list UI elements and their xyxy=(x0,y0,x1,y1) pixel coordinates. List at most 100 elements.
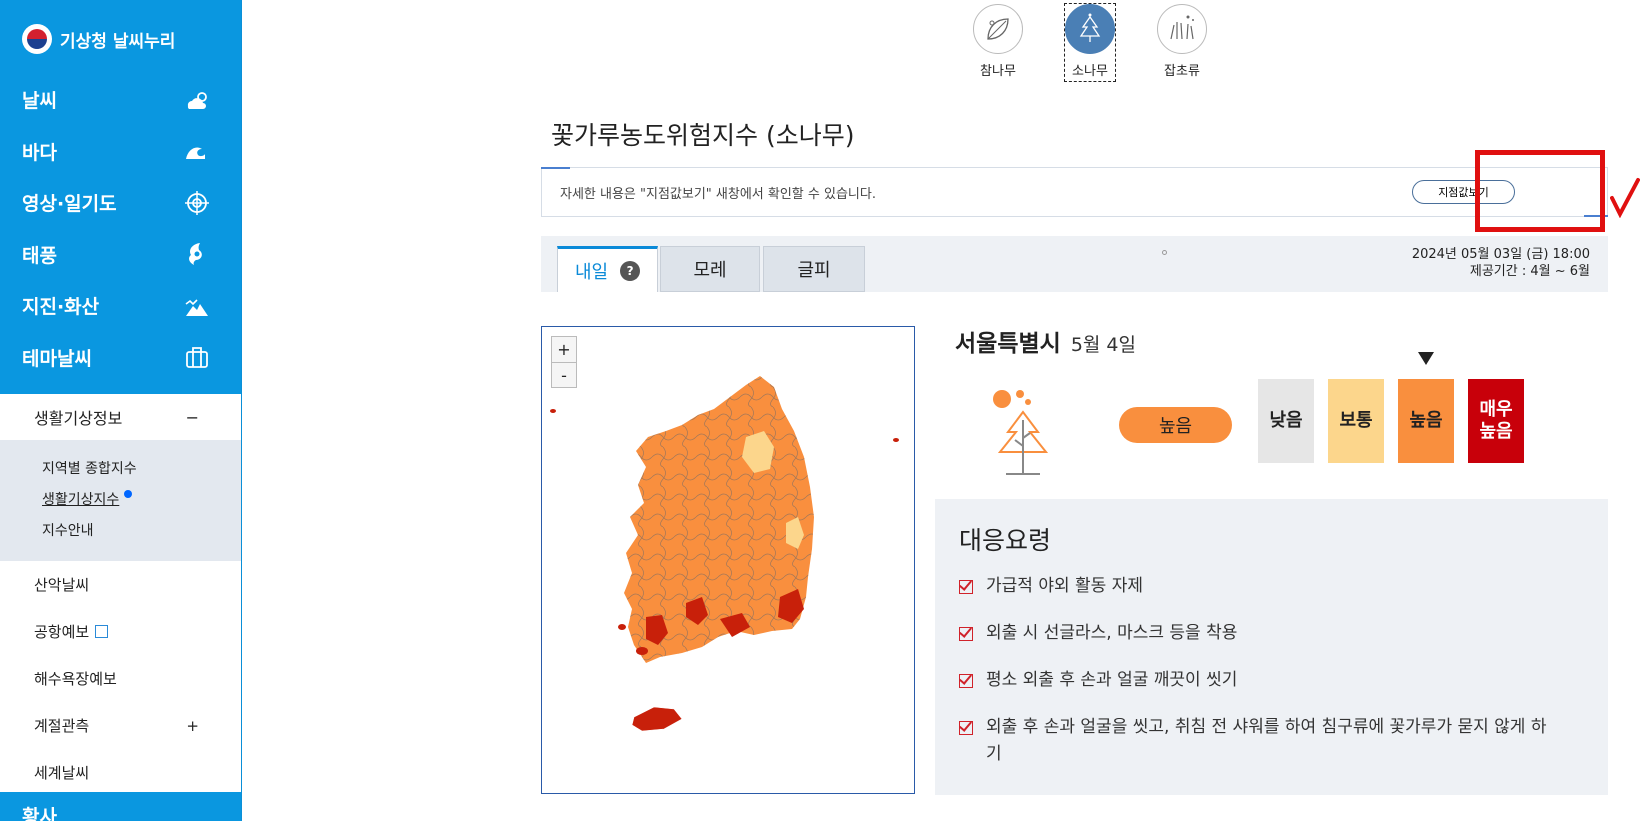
bullet-icon xyxy=(1161,250,1167,255)
current-level-badge: 높음 xyxy=(1119,407,1232,443)
nav-item-typhoon[interactable]: 태풍 xyxy=(0,229,241,281)
nav-label: 바다 xyxy=(22,141,57,164)
nav-label: 태풍 xyxy=(22,244,57,267)
map-island xyxy=(636,647,648,655)
nav-sub-beach[interactable]: 해수욕장예보 xyxy=(0,655,241,702)
nav-item-weather[interactable]: 날씨 xyxy=(0,74,241,126)
nav-item-earthquake[interactable]: 지진·화산 xyxy=(0,280,241,332)
nav-item-theme[interactable]: 테마날씨 xyxy=(0,332,241,384)
region-header: 서울특별시 5월 4일 xyxy=(955,324,1136,358)
external-link-icon xyxy=(95,625,109,638)
plant-name: 잡초류 xyxy=(1164,64,1200,79)
guide-title: 대응요령 xyxy=(959,526,1052,555)
day-tab-bar: 내일 ? 모레 글피 2024년 05월 03일 (금) 18:00 제공기간 … xyxy=(541,236,1608,292)
nav-label: 테마날씨 xyxy=(22,347,92,370)
grass-icon xyxy=(1157,4,1207,54)
earthquake-icon xyxy=(185,299,208,316)
nav-label: 지진·화산 xyxy=(22,296,100,319)
help-icon[interactable]: ? xyxy=(620,260,641,281)
korea-map[interactable]: + - xyxy=(541,326,915,794)
tab-tomorrow[interactable]: 내일 ? xyxy=(557,246,658,292)
plant-tab-weeds[interactable]: 잡초류 xyxy=(1136,4,1228,81)
page-root: 기상청 날씨누리 날씨 바다 영상·일기도 태풍 지진·화산 테마날씨 생활기상… xyxy=(0,0,1643,821)
sub-label: 산악날씨 xyxy=(34,576,90,594)
main-nav: 날씨 바다 영상·일기도 태풍 지진·화산 테마날씨 xyxy=(0,74,241,383)
collapse-toggle[interactable]: − xyxy=(186,408,199,427)
brand[interactable]: 기상청 날씨누리 xyxy=(0,22,241,56)
nav-sub-living-weather[interactable]: 생활기상정보 − xyxy=(0,394,241,440)
level-scale: 낮음 보통 높음 매우 높음 xyxy=(1258,379,1538,463)
nav-label: 날씨 xyxy=(22,90,57,113)
sub-label: 세계날씨 xyxy=(34,764,90,782)
nav-sub-seasonal[interactable]: 계절관측 + xyxy=(0,702,241,749)
expand-toggle[interactable]: + xyxy=(186,717,199,735)
forecast-date: 5월 4일 xyxy=(1070,334,1136,356)
nav-item-sea[interactable]: 바다 xyxy=(0,126,241,178)
scale-high: 높음 xyxy=(1398,379,1454,463)
scale-normal: 보통 xyxy=(1328,379,1384,463)
issued-time: 2024년 05월 03일 (금) 18:00 xyxy=(1411,247,1590,262)
tab-day-after-tomorrow[interactable]: 모레 xyxy=(660,246,760,292)
region-name: 서울특별시 xyxy=(955,331,1061,357)
service-period: 제공기간 : 4월 ~ 6월 xyxy=(1469,264,1590,279)
map-island xyxy=(618,624,626,630)
guide-text: 외출 시 선글라스, 마스크 등을 착용 xyxy=(986,623,1238,643)
nav-label: 황사 xyxy=(22,806,57,821)
sub-label: 해수욕장예보 xyxy=(34,670,117,688)
guide-text: 평소 외출 후 손과 얼굴 깨끗이 씻기 xyxy=(986,670,1238,690)
scale-low: 낮음 xyxy=(1258,379,1314,463)
sidebar: 기상청 날씨누리 날씨 바다 영상·일기도 태풍 지진·화산 테마날씨 생활기상… xyxy=(0,0,242,821)
scale-very-high: 매우 높음 xyxy=(1468,379,1524,463)
guide-item: 평소 외출 후 손과 얼굴 깨끗이 씻기 xyxy=(959,667,1584,694)
guide-list: 가급적 야외 활동 자제 외출 시 선글라스, 마스크 등을 착용 평소 외출 … xyxy=(959,573,1584,768)
guide-text: 가급적 야외 활동 자제 xyxy=(986,576,1143,596)
nav-label: 영상·일기도 xyxy=(22,193,117,216)
sub-label: 계절관측 xyxy=(34,717,90,735)
nav-item-satellite[interactable]: 영상·일기도 xyxy=(0,177,241,229)
brand-title: 기상청 날씨누리 xyxy=(60,31,176,52)
sub-label: 생활기상정보 xyxy=(25,405,133,429)
nav-item-yellow-dust[interactable]: 황사 xyxy=(0,792,241,821)
subsub-list: 지역별 종합지수 생활기상지수 지수안내 xyxy=(0,440,241,561)
guide-item: 외출 후 손과 얼굴을 씻고, 취침 전 샤워를 하여 침구류에 꽃가루가 묻지… xyxy=(959,714,1584,768)
annotation-highlight-box xyxy=(1475,150,1605,232)
subsub-item-living-index[interactable]: 생활기상지수 xyxy=(42,485,241,516)
map-island xyxy=(893,438,899,442)
tab-label: 내일 xyxy=(574,261,609,283)
plant-tab-oak[interactable]: 참나무 xyxy=(952,4,1044,81)
tab-label: 모레 xyxy=(693,260,727,281)
info-text: 자세한 내용은 "지점값보기" 새창에서 확인할 수 있습니다. xyxy=(560,186,876,202)
plant-selector: 참나무 소나무 잡초류 xyxy=(952,3,1228,82)
typhoon-icon xyxy=(189,243,202,266)
nav-sub-world[interactable]: 세계날씨 xyxy=(0,749,241,796)
guide-text: 외출 후 손과 얼굴을 씻고, 취침 전 샤워를 하여 침구류에 꽃가루가 묻지… xyxy=(986,717,1547,764)
pine-pollen-icon xyxy=(993,390,1049,475)
taegeuk-logo-icon xyxy=(22,24,52,54)
tab-label: 글피 xyxy=(797,260,831,281)
nav-sub-mountain[interactable]: 산악날씨 xyxy=(0,561,241,608)
annotation-check-icon xyxy=(1610,178,1640,218)
tab-two-days-after[interactable]: 글피 xyxy=(763,246,865,292)
map-island xyxy=(550,409,556,413)
wave-icon xyxy=(186,147,205,160)
map-jeju xyxy=(631,706,683,732)
sub-label: 공항예보 xyxy=(34,621,109,642)
info-box: 자세한 내용은 "지점값보기" 새창에서 확인할 수 있습니다. 지점값보기 xyxy=(541,167,1608,217)
plant-tab-pine[interactable]: 소나무 xyxy=(1064,3,1116,82)
pollen-choropleth xyxy=(550,376,899,732)
satellite-icon xyxy=(185,190,209,215)
response-guide: 대응요령 가급적 야외 활동 자제 외출 시 선글라스, 마스크 등을 착용 평… xyxy=(935,499,1608,795)
subsub-item-index-guide[interactable]: 지수안내 xyxy=(42,516,241,547)
plant-name: 참나무 xyxy=(980,64,1016,79)
bag-icon xyxy=(186,347,208,369)
sidebar-top: 기상청 날씨누리 날씨 바다 영상·일기도 태풍 지진·화산 테마날씨 xyxy=(0,0,241,394)
subsub-item-region-index[interactable]: 지역별 종합지수 xyxy=(42,454,241,485)
guide-item: 가급적 야외 활동 자제 xyxy=(959,573,1584,600)
check-icon xyxy=(959,580,973,594)
level-pointer-icon xyxy=(1418,352,1434,365)
accent-line xyxy=(541,167,570,169)
weather-icon xyxy=(187,91,207,109)
check-icon xyxy=(959,627,973,641)
nav-sub-airport[interactable]: 공항예보 xyxy=(0,608,241,655)
check-icon xyxy=(959,674,973,688)
